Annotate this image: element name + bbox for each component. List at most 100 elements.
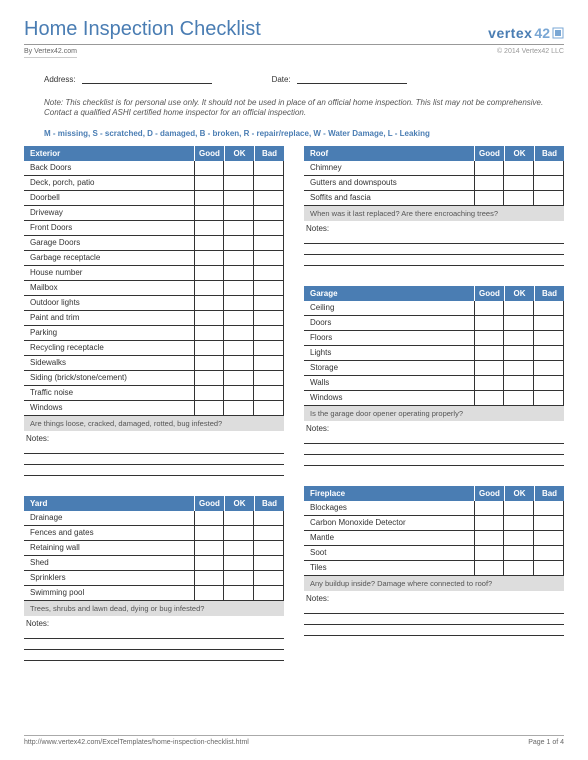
cell-ok[interactable] — [504, 516, 534, 530]
cell-ok[interactable] — [224, 511, 254, 525]
cell-good[interactable] — [474, 161, 504, 175]
cell-bad[interactable] — [254, 386, 284, 400]
cell-ok[interactable] — [504, 561, 534, 575]
cell-bad[interactable] — [534, 176, 564, 190]
cell-ok[interactable] — [224, 221, 254, 235]
note-line[interactable] — [24, 628, 284, 639]
cell-ok[interactable] — [224, 541, 254, 555]
cell-bad[interactable] — [534, 331, 564, 345]
cell-bad[interactable] — [254, 251, 284, 265]
cell-ok[interactable] — [224, 281, 254, 295]
cell-bad[interactable] — [534, 531, 564, 545]
cell-good[interactable] — [474, 176, 504, 190]
note-line[interactable] — [304, 433, 564, 444]
cell-ok[interactable] — [224, 526, 254, 540]
cell-bad[interactable] — [254, 371, 284, 385]
cell-ok[interactable] — [504, 176, 534, 190]
cell-ok[interactable] — [224, 311, 254, 325]
cell-good[interactable] — [194, 526, 224, 540]
cell-ok[interactable] — [504, 501, 534, 515]
cell-good[interactable] — [194, 341, 224, 355]
cell-ok[interactable] — [504, 546, 534, 560]
note-line[interactable] — [304, 614, 564, 625]
note-line[interactable] — [24, 443, 284, 454]
cell-ok[interactable] — [504, 531, 534, 545]
cell-bad[interactable] — [534, 161, 564, 175]
note-line[interactable] — [304, 244, 564, 255]
cell-good[interactable] — [194, 401, 224, 415]
cell-good[interactable] — [194, 281, 224, 295]
note-line[interactable] — [304, 625, 564, 636]
cell-ok[interactable] — [504, 191, 534, 205]
cell-good[interactable] — [194, 191, 224, 205]
cell-ok[interactable] — [224, 386, 254, 400]
cell-good[interactable] — [194, 236, 224, 250]
cell-bad[interactable] — [534, 316, 564, 330]
cell-good[interactable] — [194, 586, 224, 600]
cell-bad[interactable] — [254, 526, 284, 540]
note-line[interactable] — [24, 454, 284, 465]
cell-good[interactable] — [194, 221, 224, 235]
cell-good[interactable] — [474, 301, 504, 315]
cell-ok[interactable] — [224, 206, 254, 220]
cell-ok[interactable] — [224, 556, 254, 570]
cell-good[interactable] — [474, 361, 504, 375]
note-line[interactable] — [24, 639, 284, 650]
note-line[interactable] — [24, 465, 284, 476]
cell-bad[interactable] — [534, 361, 564, 375]
cell-bad[interactable] — [534, 376, 564, 390]
address-input-line[interactable] — [82, 74, 212, 84]
cell-bad[interactable] — [534, 301, 564, 315]
cell-ok[interactable] — [224, 176, 254, 190]
cell-ok[interactable] — [504, 361, 534, 375]
cell-ok[interactable] — [504, 301, 534, 315]
cell-bad[interactable] — [534, 346, 564, 360]
cell-bad[interactable] — [254, 236, 284, 250]
cell-good[interactable] — [474, 191, 504, 205]
cell-good[interactable] — [194, 206, 224, 220]
cell-bad[interactable] — [254, 571, 284, 585]
cell-bad[interactable] — [254, 356, 284, 370]
cell-bad[interactable] — [254, 191, 284, 205]
cell-bad[interactable] — [254, 206, 284, 220]
cell-bad[interactable] — [534, 516, 564, 530]
cell-ok[interactable] — [224, 341, 254, 355]
cell-good[interactable] — [194, 371, 224, 385]
cell-bad[interactable] — [534, 501, 564, 515]
cell-ok[interactable] — [224, 236, 254, 250]
cell-ok[interactable] — [224, 191, 254, 205]
cell-good[interactable] — [474, 501, 504, 515]
cell-ok[interactable] — [224, 586, 254, 600]
cell-good[interactable] — [474, 546, 504, 560]
cell-ok[interactable] — [504, 316, 534, 330]
cell-good[interactable] — [194, 161, 224, 175]
cell-ok[interactable] — [224, 161, 254, 175]
cell-good[interactable] — [194, 356, 224, 370]
cell-good[interactable] — [474, 376, 504, 390]
cell-good[interactable] — [474, 316, 504, 330]
cell-good[interactable] — [194, 266, 224, 280]
cell-ok[interactable] — [224, 296, 254, 310]
cell-ok[interactable] — [504, 331, 534, 345]
note-line[interactable] — [304, 233, 564, 244]
cell-bad[interactable] — [254, 401, 284, 415]
cell-bad[interactable] — [254, 541, 284, 555]
cell-bad[interactable] — [254, 511, 284, 525]
cell-good[interactable] — [194, 311, 224, 325]
cell-good[interactable] — [194, 541, 224, 555]
cell-bad[interactable] — [254, 221, 284, 235]
cell-bad[interactable] — [534, 561, 564, 575]
cell-good[interactable] — [194, 326, 224, 340]
date-input-line[interactable] — [297, 74, 407, 84]
cell-good[interactable] — [194, 296, 224, 310]
cell-bad[interactable] — [254, 296, 284, 310]
cell-ok[interactable] — [224, 571, 254, 585]
note-line[interactable] — [304, 603, 564, 614]
cell-ok[interactable] — [224, 356, 254, 370]
note-line[interactable] — [304, 444, 564, 455]
cell-good[interactable] — [194, 386, 224, 400]
cell-good[interactable] — [474, 331, 504, 345]
cell-bad[interactable] — [534, 546, 564, 560]
cell-good[interactable] — [474, 561, 504, 575]
cell-ok[interactable] — [224, 266, 254, 280]
